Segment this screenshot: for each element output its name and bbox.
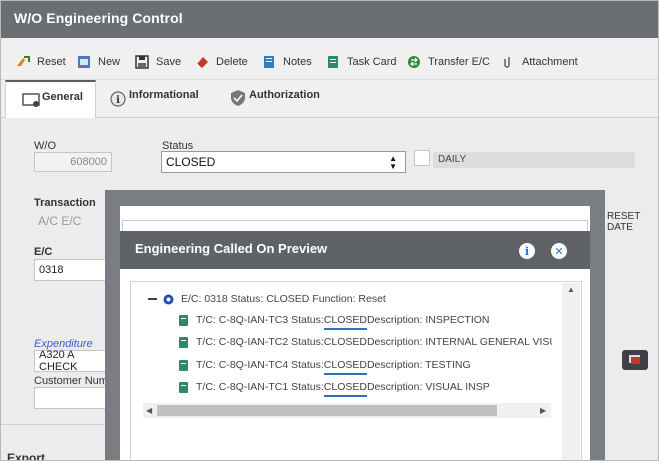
collapse-icon[interactable] xyxy=(148,298,157,300)
info-button[interactable]: i xyxy=(519,243,535,259)
dialog-title: Engineering Called On Preview xyxy=(135,241,328,256)
tree-item-tc3[interactable]: T/C: C-8Q-IAN-TC3 Status: CLOSED Descrip… xyxy=(178,314,490,330)
task-card-icon xyxy=(178,336,189,348)
svg-text:i: i xyxy=(116,95,120,106)
tab-authorization[interactable]: Authorization xyxy=(229,80,320,118)
ec-label: E/C xyxy=(34,246,53,258)
vertical-scrollbar[interactable]: ▲ xyxy=(562,283,580,460)
daily-checkbox[interactable] xyxy=(414,150,430,166)
gear-icon xyxy=(163,294,174,305)
scroll-up-icon[interactable]: ▲ xyxy=(567,285,575,294)
status-closed: CLOSED xyxy=(323,314,368,330)
new-document-icon xyxy=(76,54,92,70)
status-closed: CLOSED xyxy=(323,336,367,348)
transfer-icon xyxy=(406,54,422,70)
new-button[interactable]: New xyxy=(76,54,120,70)
ec-field[interactable]: 0318 xyxy=(34,259,106,281)
customer-number-field[interactable] xyxy=(34,387,106,409)
task-card-icon xyxy=(325,54,341,70)
task-card-icon xyxy=(178,381,189,393)
tree-item-tc1[interactable]: T/C: C-8Q-IAN-TC1 Status: CLOSED Descrip… xyxy=(178,381,490,397)
wo-field: 608000 xyxy=(34,152,112,172)
ec-tree xyxy=(130,281,582,460)
daily-bar: DAILY xyxy=(433,152,635,168)
export-label: Export xyxy=(7,451,46,461)
horizontal-scroll-thumb[interactable] xyxy=(157,405,497,416)
transaction-label: Transaction xyxy=(34,197,96,209)
paperclip-icon xyxy=(500,54,516,70)
reset-button[interactable]: Reset xyxy=(15,54,66,70)
eraser-icon xyxy=(194,54,210,70)
status-select[interactable]: CLOSED ▲ ▼ xyxy=(161,151,406,173)
expenditure-field[interactable]: A320 A CHECK xyxy=(34,349,106,373)
section-divider xyxy=(1,424,105,425)
toolbar: Reset New Save Delete Notes Task Card Tr… xyxy=(1,38,658,80)
shield-icon xyxy=(229,89,247,107)
attachment-button[interactable]: Attachment xyxy=(500,54,578,70)
tab-informational[interactable]: i Informational xyxy=(109,80,199,118)
transfer-ec-button[interactable]: Transfer E/C xyxy=(406,54,490,70)
horizontal-scrollbar[interactable]: ◀ ▶ xyxy=(143,403,551,418)
save-icon xyxy=(134,54,150,70)
close-button[interactable]: ✕ xyxy=(551,243,567,259)
customer-number-label: Customer Numb xyxy=(34,375,115,387)
info-icon: i xyxy=(524,244,530,258)
select-arrows-icon: ▲ ▼ xyxy=(389,154,397,171)
task-card-icon xyxy=(178,314,189,326)
wo-label: W/O xyxy=(34,140,56,152)
status-closed: CLOSED xyxy=(323,359,368,375)
transaction-value: A/C E/C xyxy=(38,214,82,228)
tab-bar: General i Informational Authorization xyxy=(1,80,658,119)
monitor-icon xyxy=(22,91,40,109)
save-button[interactable]: Save xyxy=(134,54,181,70)
info-icon: i xyxy=(109,89,127,107)
scroll-left-icon[interactable]: ◀ xyxy=(146,406,152,415)
status-closed: CLOSED xyxy=(323,381,368,397)
screen-capture-icon xyxy=(629,355,640,364)
tree-root-item[interactable]: E/C: 0318 Status: CLOSED Function: Reset xyxy=(148,293,386,305)
screen-capture-button[interactable] xyxy=(622,350,648,370)
notes-icon xyxy=(261,54,277,70)
window-title: W/O Engineering Control xyxy=(14,10,183,26)
app-window: W/O Engineering Control Reset New Save D… xyxy=(0,0,659,461)
tree-item-tc2[interactable]: T/C: C-8Q-IAN-TC2 Status: CLOSED Descrip… xyxy=(178,336,552,348)
dialog-header: Engineering Called On Preview i ✕ xyxy=(120,231,590,269)
delete-button[interactable]: Delete xyxy=(194,54,248,70)
reset-icon xyxy=(15,54,31,70)
title-bar: W/O Engineering Control xyxy=(1,1,658,38)
notes-button[interactable]: Notes xyxy=(261,54,312,70)
task-card-button[interactable]: Task Card xyxy=(325,54,397,70)
reset-date-label: RESET DATE xyxy=(607,211,641,233)
close-icon: ✕ xyxy=(554,245,564,258)
scroll-right-icon[interactable]: ▶ xyxy=(540,406,546,415)
tree-item-tc4[interactable]: T/C: C-8Q-IAN-TC4 Status: CLOSED Descrip… xyxy=(178,359,471,375)
task-card-icon xyxy=(178,359,189,371)
tab-general[interactable]: General xyxy=(5,80,96,119)
